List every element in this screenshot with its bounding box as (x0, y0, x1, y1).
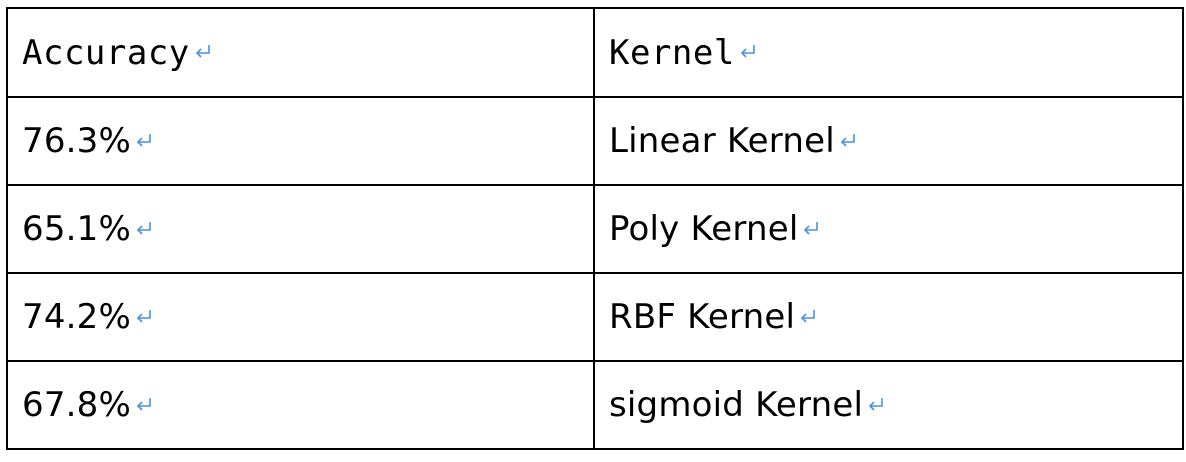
header-cell-kernel[interactable]: Kernel (593, 7, 1184, 98)
header-cell-accuracy[interactable]: Accuracy (6, 7, 595, 98)
kernel-value: RBF Kernel (609, 297, 796, 337)
accuracy-value: 74.2% (22, 297, 132, 337)
table-row: 74.2% RBF Kernel (6, 272, 1184, 362)
accuracy-cell[interactable]: 65.1% (6, 184, 595, 274)
kernel-value: Linear Kernel (609, 121, 835, 161)
header-kernel-label: Kernel (609, 32, 735, 73)
paragraph-mark-icon (737, 41, 759, 63)
accuracy-kernel-table: Accuracy Kernel 76.3% Linear Kernel 65.1… (6, 7, 1184, 450)
accuracy-cell[interactable]: 67.8% (6, 360, 595, 450)
paragraph-mark-icon (133, 218, 155, 240)
paragraph-mark-icon (133, 306, 155, 328)
paragraph-mark-icon (133, 130, 155, 152)
accuracy-value: 76.3% (22, 121, 132, 161)
kernel-value: sigmoid Kernel (609, 385, 864, 425)
kernel-cell[interactable]: RBF Kernel (593, 272, 1184, 362)
kernel-cell[interactable]: Linear Kernel (593, 96, 1184, 186)
table-row: 76.3% Linear Kernel (6, 96, 1184, 186)
header-accuracy-label: Accuracy (22, 32, 190, 73)
table-row: 67.8% sigmoid Kernel (6, 360, 1184, 450)
kernel-value: Poly Kernel (609, 209, 799, 249)
table-header-row: Accuracy Kernel (6, 7, 1184, 98)
paragraph-mark-icon (133, 394, 155, 416)
paragraph-mark-icon (865, 394, 887, 416)
accuracy-value: 67.8% (22, 385, 132, 425)
kernel-cell[interactable]: Poly Kernel (593, 184, 1184, 274)
accuracy-value: 65.1% (22, 209, 132, 249)
table-row: 65.1% Poly Kernel (6, 184, 1184, 274)
accuracy-cell[interactable]: 74.2% (6, 272, 595, 362)
document-page: Accuracy Kernel 76.3% Linear Kernel 65.1… (0, 0, 1186, 462)
paragraph-mark-icon (192, 41, 214, 63)
paragraph-mark-icon (797, 306, 819, 328)
paragraph-mark-icon (800, 218, 822, 240)
accuracy-cell[interactable]: 76.3% (6, 96, 595, 186)
kernel-cell[interactable]: sigmoid Kernel (593, 360, 1184, 450)
paragraph-mark-icon (837, 130, 859, 152)
